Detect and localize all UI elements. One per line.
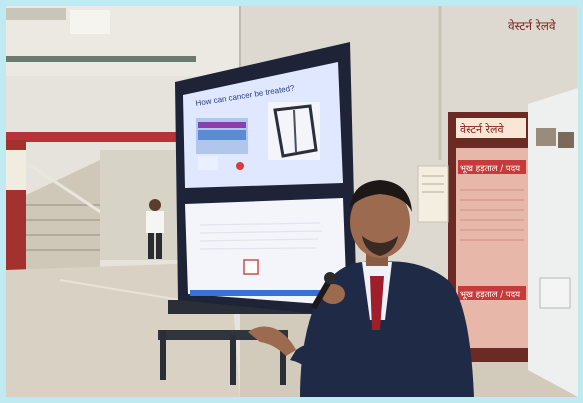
wall-poster — [417, 165, 449, 223]
ceiling-lamp — [70, 10, 110, 34]
notice-line-2: भूख हड़ताल / पदय — [460, 290, 521, 300]
slide-logo — [243, 259, 259, 275]
notice-line-1: भूख हड़ताल / पदय — [460, 164, 521, 174]
corridor — [100, 150, 180, 260]
station-sign: वेस्टर्न रेलवे — [508, 19, 556, 33]
board-heading: वेस्टर्न रेलवे — [460, 123, 504, 136]
pillar-sign — [6, 150, 26, 190]
photo: How can cancer be treated? वेस्टर्न रेलव… — [6, 6, 578, 397]
red-beam — [6, 132, 176, 142]
slide-image-machine — [268, 102, 320, 160]
ceiling-pipe — [6, 8, 66, 20]
photo-scene: How can cancer be treated? वेस्टर्न रेलव… — [0, 0, 583, 403]
ceiling-beam — [6, 56, 196, 62]
whiteboard — [528, 88, 578, 397]
